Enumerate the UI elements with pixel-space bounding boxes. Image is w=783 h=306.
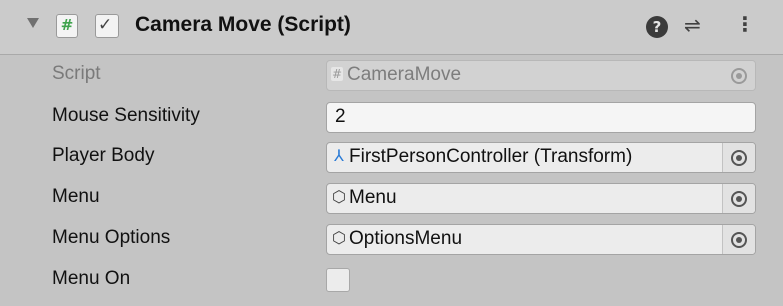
menu-options-value: OptionsMenu [349, 228, 463, 249]
script-file-icon: # [331, 67, 343, 81]
mouse-sensitivity-value: 2 [335, 106, 346, 127]
object-picker-icon[interactable] [722, 225, 755, 254]
player-body-reference-field[interactable]: ⅄ FirstPersonController (Transform) [326, 142, 756, 173]
gameobject-cube-icon: ⬡ [332, 228, 346, 247]
script-icon-glyph: # [60, 16, 74, 34]
menu-options-reference-field[interactable]: ⬡ OptionsMenu [326, 224, 756, 255]
component-header[interactable]: # ✓ Camera Move (Script) ? ⇌ ⋮ [0, 0, 783, 55]
object-picker-icon[interactable] [722, 184, 755, 213]
foldout-arrow-icon[interactable] [27, 18, 39, 28]
script-reference-field: # CameraMove [326, 60, 756, 91]
object-picker-icon [723, 61, 755, 90]
transform-icon: ⅄ [334, 146, 344, 165]
help-icon[interactable]: ? [646, 16, 668, 38]
property-row-script: Script # CameraMove [0, 59, 783, 93]
player-body-value: FirstPersonController (Transform) [349, 146, 633, 167]
inspector-component-panel: # ✓ Camera Move (Script) ? ⇌ ⋮ Script # … [0, 0, 783, 306]
menu-value: Menu [349, 187, 397, 208]
gameobject-cube-icon: ⬡ [332, 187, 346, 206]
property-row-player-body: Player Body ⅄ FirstPersonController (Tra… [0, 141, 783, 175]
object-picker-icon[interactable] [722, 143, 755, 172]
menu-reference-field[interactable]: ⬡ Menu [326, 183, 756, 214]
property-row-mouse-sensitivity: Mouse Sensitivity 2 [0, 101, 783, 135]
property-label-menu-on: Menu On [52, 268, 131, 289]
presets-icon[interactable]: ⇌ [684, 13, 701, 37]
script-reference-value: CameraMove [347, 64, 462, 85]
script-icon: # [56, 14, 78, 38]
property-label-player-body: Player Body [52, 145, 155, 166]
component-title: Camera Move (Script) [135, 13, 351, 36]
checkmark-icon: ✓ [98, 15, 113, 35]
property-label-menu: Menu [52, 186, 100, 207]
property-label-menu-options: Menu Options [52, 227, 171, 248]
property-row-menu-on: Menu On [0, 264, 783, 298]
property-row-menu-options: Menu Options ⬡ OptionsMenu [0, 223, 783, 257]
property-row-menu: Menu ⬡ Menu [0, 182, 783, 216]
mouse-sensitivity-input[interactable]: 2 [326, 102, 756, 133]
property-label-mouse-sensitivity: Mouse Sensitivity [52, 105, 200, 126]
property-label-script: Script [52, 63, 101, 84]
component-enabled-checkbox[interactable]: ✓ [95, 14, 119, 38]
menu-on-checkbox[interactable] [326, 268, 350, 292]
context-menu-icon[interactable]: ⋮ [735, 12, 755, 36]
